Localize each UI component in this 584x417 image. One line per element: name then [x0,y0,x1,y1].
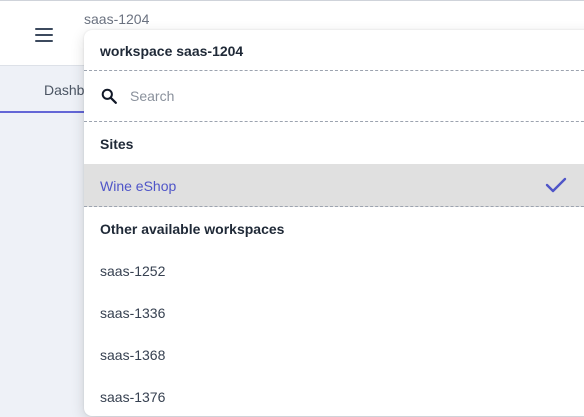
search-input[interactable] [130,85,530,107]
dropdown-header: workspace saas-1204 [84,30,584,71]
workspace-item-saas-1336[interactable]: saas-1336 [84,293,584,335]
site-item-wine-eshop[interactable]: Wine eShop [84,164,584,207]
workspace-item-label: saas-1336 [100,305,166,321]
check-icon [545,177,567,193]
workspace-item-label: saas-1368 [100,347,166,363]
workspace-switcher[interactable]: saas-1204 [84,11,149,27]
sites-section-title: Sites [100,136,134,152]
workspace-item-label: saas-1376 [100,389,166,405]
workspace-dropdown: workspace saas-1204 Sites Wine eShop Oth… [84,30,584,416]
workspace-item-saas-1252[interactable]: saas-1252 [84,251,584,293]
other-workspaces-title: Other available workspaces [100,221,285,237]
search-icon [101,88,117,104]
workspace-item-label: saas-1252 [100,263,166,279]
workspace-item-saas-1376[interactable]: saas-1376 [84,377,584,416]
search-bar [84,71,584,122]
hamburger-menu-icon[interactable] [35,28,53,42]
workspace-item-saas-1368[interactable]: saas-1368 [84,335,584,377]
site-item-label: Wine eShop [100,178,177,194]
dropdown-title: workspace saas-1204 [100,43,244,59]
